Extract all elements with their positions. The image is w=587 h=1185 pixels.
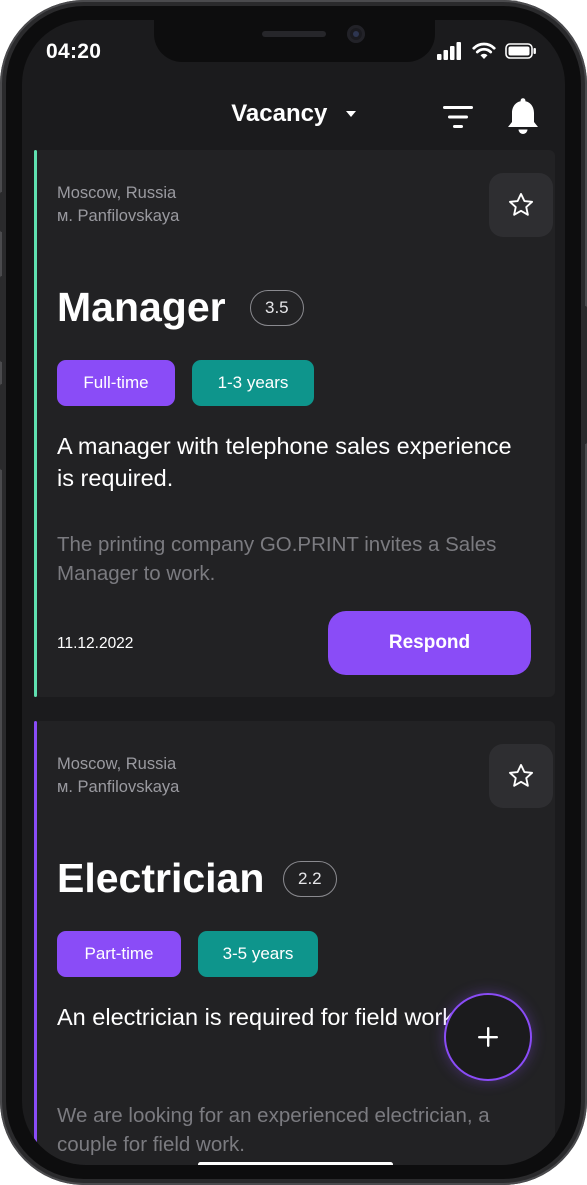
app-screen: 04:20 Vacancy Moscow, Russia м. Panfilov…: [22, 20, 565, 1165]
location-metro: м. Panfilovskaya: [57, 207, 180, 225]
card-location: Moscow, Russia м. Panfilovskaya: [57, 182, 179, 228]
bell-icon[interactable]: [506, 98, 540, 136]
vacancy-card[interactable]: Moscow, Russia м. Panfilovskaya Manager …: [34, 150, 555, 697]
notch: [154, 20, 435, 62]
location-city: Moscow, Russia: [57, 184, 177, 202]
experience-tag: 3-5 years: [198, 931, 318, 977]
cellular-signal-icon: [437, 42, 461, 60]
vacancy-title: Manager: [57, 284, 226, 330]
wifi-icon: [472, 42, 496, 59]
favorite-button[interactable]: [489, 744, 553, 808]
rating-badge: 2.2: [283, 861, 337, 897]
battery-icon: [505, 43, 536, 59]
employment-type-tag: Full-time: [57, 360, 175, 406]
card-accent-bar: [34, 721, 37, 1165]
vacancy-card[interactable]: Moscow, Russia м. Panfilovskaya Electric…: [34, 721, 555, 1165]
status-time: 04:20: [46, 40, 102, 63]
power-button: [582, 306, 587, 444]
star-icon: [508, 763, 534, 787]
vacancy-title: Electrician: [57, 855, 265, 901]
employment-type-tag: Part-time: [57, 931, 181, 977]
vacancy-headline: A manager with telephone sales experienc…: [57, 433, 512, 491]
card-location: Moscow, Russia м. Panfilovskaya: [57, 753, 179, 799]
location-metro: м. Panfilovskaya: [57, 778, 180, 796]
star-icon: [508, 192, 534, 216]
home-indicator[interactable]: [198, 1162, 393, 1165]
experience-tag: 1-3 years: [192, 360, 314, 406]
speaker-grille: [262, 31, 326, 37]
card-accent-bar: [34, 150, 37, 697]
volume-up-button: [0, 276, 5, 362]
favorite-button[interactable]: [489, 173, 553, 237]
filter-icon[interactable]: [442, 104, 474, 130]
volume-down-button: [0, 384, 5, 470]
front-camera: [347, 25, 365, 43]
header-title-dropdown[interactable]: Vacancy: [22, 100, 565, 132]
plus-icon: [478, 1027, 498, 1047]
status-icons: [437, 42, 537, 60]
caret-down-icon: [345, 111, 356, 117]
rating-badge: 3.5: [250, 290, 304, 326]
location-city: Moscow, Russia: [57, 755, 177, 773]
silent-switch: [0, 192, 5, 232]
page-title: Vacancy: [231, 100, 328, 127]
vacancy-description: We are looking for an experienced electr…: [57, 1104, 490, 1156]
vacancy-date: 11.12.2022: [57, 635, 134, 652]
respond-button[interactable]: Respond: [328, 611, 531, 675]
vacancy-description: The printing company GO.PRINT invites a …: [57, 533, 497, 585]
add-vacancy-button[interactable]: [444, 993, 532, 1081]
